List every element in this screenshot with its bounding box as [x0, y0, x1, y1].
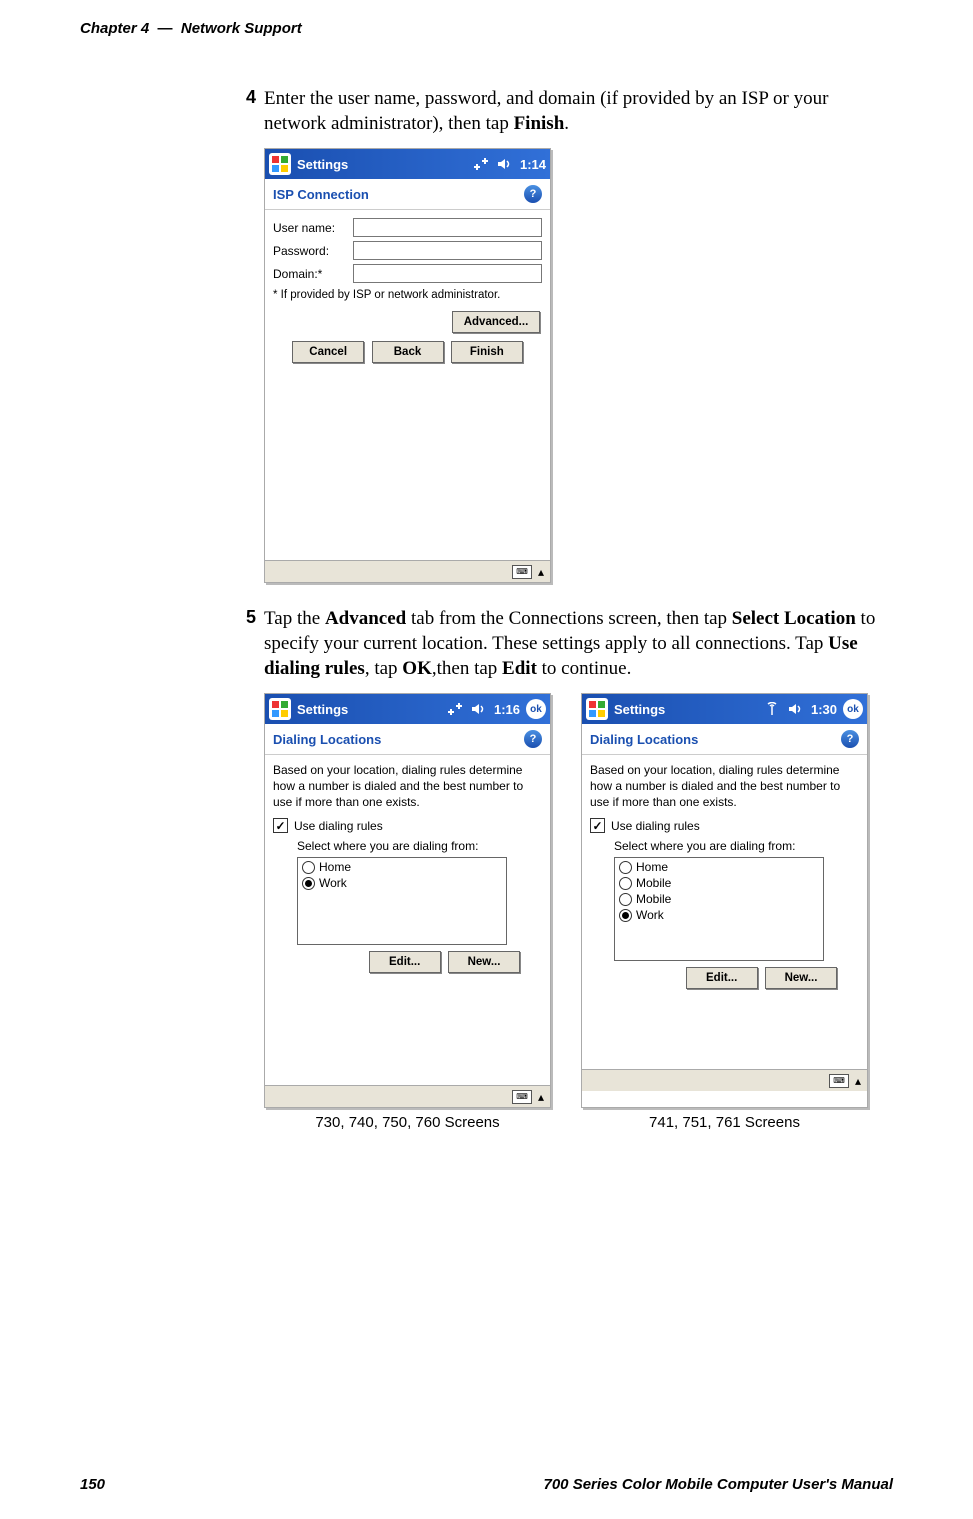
username-input[interactable]: [353, 218, 542, 237]
page: Chapter 4 — Network Support 4 Enter the …: [0, 0, 973, 1519]
pda1-bottom-bar: ⌨ ▴: [265, 560, 550, 582]
radio-work[interactable]: Work: [302, 876, 502, 890]
use-dialing-rules-label: Use dialing rules: [611, 819, 700, 833]
password-label: Password:: [273, 244, 347, 258]
pda2-titlebar: Settings 1:16 ok: [265, 694, 550, 724]
domain-label: Domain:*: [273, 267, 347, 281]
pda1-app-name: Settings: [297, 157, 348, 172]
step-4-number: 4: [230, 87, 256, 136]
domain-input[interactable]: [353, 264, 542, 283]
pda3-titlebar: Settings 1:30 ok: [582, 694, 867, 724]
help-icon[interactable]: ?: [841, 730, 859, 748]
use-dialing-rules-checkbox[interactable]: ✓: [273, 818, 288, 833]
sip-arrow-icon[interactable]: ▴: [855, 1074, 861, 1088]
pda3-clock: 1:30: [811, 702, 837, 717]
radio-home[interactable]: Home: [619, 860, 819, 874]
step-4-text: Enter the user name, password, and domai…: [264, 87, 883, 136]
radio-home[interactable]: Home: [302, 860, 502, 874]
section-title: Network Support: [181, 20, 302, 37]
pda2-location-list[interactable]: Home Work: [297, 857, 507, 945]
start-flag-icon[interactable]: [269, 153, 291, 175]
connectivity-icon[interactable]: [472, 157, 490, 171]
finish-button[interactable]: Finish: [451, 341, 523, 363]
ok-button[interactable]: ok: [843, 699, 863, 719]
start-flag-icon[interactable]: [269, 698, 291, 720]
pda2-body: Based on your location, dialing rules de…: [265, 755, 550, 1015]
sip-arrow-icon[interactable]: ▴: [538, 565, 544, 579]
step-5: 5 Tap the Advanced tab from the Connecti…: [230, 607, 883, 681]
speaker-icon[interactable]: [470, 702, 488, 716]
connectivity-icon[interactable]: [446, 702, 464, 716]
chapter-label: Chapter 4: [80, 20, 149, 37]
antenna-icon[interactable]: [763, 702, 781, 716]
pda3-bottom-bar: ⌨ ▴: [582, 1069, 867, 1091]
pda3-description: Based on your location, dialing rules de…: [590, 763, 859, 810]
use-dialing-rules-label: Use dialing rules: [294, 819, 383, 833]
keyboard-icon[interactable]: ⌨: [829, 1074, 849, 1088]
ok-button[interactable]: ok: [526, 699, 546, 719]
screenshot-pair: Settings 1:16 ok Dialing Locations ? Bas…: [264, 693, 893, 1108]
pda1-body: User name: Password: Domain:* * If provi…: [265, 210, 550, 440]
edit-button[interactable]: Edit...: [369, 951, 441, 973]
radio-mobile-2[interactable]: Mobile: [619, 892, 819, 906]
pda3-body: Based on your location, dialing rules de…: [582, 755, 867, 1015]
help-icon[interactable]: ?: [524, 730, 542, 748]
caption-right: 741, 751, 761 Screens: [581, 1114, 868, 1131]
pda2-app-name: Settings: [297, 702, 348, 717]
advanced-button[interactable]: Advanced...: [452, 311, 540, 333]
pda1-hint: * If provided by ISP or network administ…: [273, 289, 542, 301]
speaker-icon[interactable]: [496, 157, 514, 171]
keyboard-icon[interactable]: ⌨: [512, 1090, 532, 1104]
pda2-where-label: Select where you are dialing from:: [297, 839, 542, 853]
password-input[interactable]: [353, 241, 542, 260]
screenshot-dialing-left: Settings 1:16 ok Dialing Locations ? Bas…: [264, 693, 551, 1108]
caption-left: 730, 740, 750, 760 Screens: [264, 1114, 551, 1131]
page-number: 150: [80, 1476, 105, 1493]
sip-arrow-icon[interactable]: ▴: [538, 1090, 544, 1104]
use-dialing-rules-checkbox[interactable]: ✓: [590, 818, 605, 833]
captions: 730, 740, 750, 760 Screens 741, 751, 761…: [264, 1114, 893, 1131]
radio-work[interactable]: Work: [619, 908, 819, 922]
manual-title: 700 Series Color Mobile Computer User's …: [544, 1476, 894, 1493]
pda3-location-list[interactable]: Home Mobile Mobile Work: [614, 857, 824, 961]
new-button[interactable]: New...: [765, 967, 837, 989]
pda1-titlebar: Settings 1:14: [265, 149, 550, 179]
step-4: 4 Enter the user name, password, and dom…: [230, 87, 883, 136]
pda3-where-label: Select where you are dialing from:: [614, 839, 859, 853]
page-footer: 150 700 Series Color Mobile Computer Use…: [80, 1476, 893, 1493]
pda2-bottom-bar: ⌨ ▴: [265, 1085, 550, 1107]
step-5-text: Tap the Advanced tab from the Connection…: [264, 607, 883, 681]
pda2-description: Based on your location, dialing rules de…: [273, 763, 542, 810]
cancel-button[interactable]: Cancel: [292, 341, 364, 363]
screenshot-dialing-right: Settings 1:30 ok Dialing Locations ? Bas…: [581, 693, 868, 1108]
screenshot-isp-connection: Settings 1:14 ISP Connection ? User name…: [264, 148, 551, 583]
speaker-icon[interactable]: [787, 702, 805, 716]
pda3-app-name: Settings: [614, 702, 665, 717]
edit-button[interactable]: Edit...: [686, 967, 758, 989]
username-label: User name:: [273, 221, 347, 235]
radio-mobile-1[interactable]: Mobile: [619, 876, 819, 890]
pda3-subheader: Dialing Locations ?: [582, 724, 867, 755]
step-5-number: 5: [230, 607, 256, 681]
pda2-subheader: Dialing Locations ?: [265, 724, 550, 755]
keyboard-icon[interactable]: ⌨: [512, 565, 532, 579]
back-button[interactable]: Back: [372, 341, 444, 363]
help-icon[interactable]: ?: [524, 185, 542, 203]
pda1-clock: 1:14: [520, 157, 546, 172]
pda1-subheader: ISP Connection ?: [265, 179, 550, 210]
running-header: Chapter 4 — Network Support: [80, 20, 893, 37]
pda2-clock: 1:16: [494, 702, 520, 717]
new-button[interactable]: New...: [448, 951, 520, 973]
start-flag-icon[interactable]: [586, 698, 608, 720]
header-sep: —: [153, 20, 181, 37]
